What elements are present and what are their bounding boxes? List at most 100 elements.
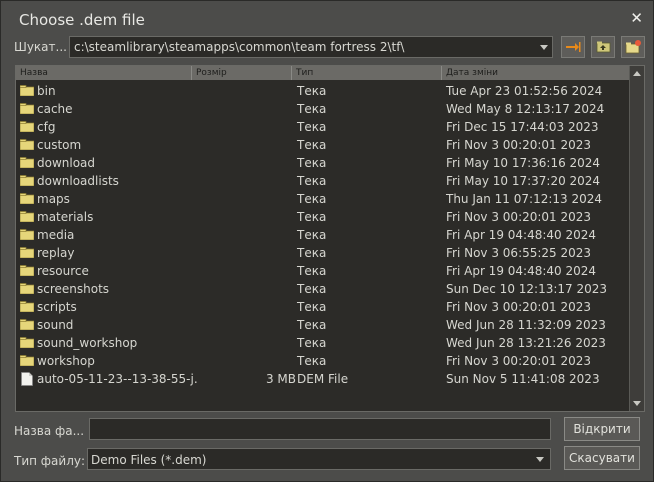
file-type: Тека xyxy=(297,174,327,188)
filename-label: Назва фа... xyxy=(14,424,85,438)
file-type: Тека xyxy=(297,246,327,260)
list-item[interactable]: workshop Тека Fri Nov 3 00:20:01 2023 xyxy=(16,352,630,370)
list-item[interactable]: auto-05-11-23--13-38-55-j. 3 MB DEM File Su… xyxy=(16,370,630,388)
file-name: auto-05-11-23--13-38-55-j. xyxy=(37,372,198,386)
list-item[interactable]: custom Тека Fri Nov 3 00:20:01 2023 xyxy=(16,136,630,154)
file-name: workshop xyxy=(37,354,95,368)
file-dialog: Choose .dem file ✕ Шукат... c:\steamlibr… xyxy=(0,0,654,482)
list-item[interactable]: sound Тека Wed Jun 28 11:32:09 2023 xyxy=(16,316,630,334)
folder-icon xyxy=(20,121,34,132)
filetype-label: Тип файлу: xyxy=(14,454,86,468)
file-list[interactable]: Назва Розмір Тип Дата зміни bin Тека Tue A… xyxy=(15,65,645,412)
list-item[interactable]: media Тека Fri Apr 19 04:48:40 2024 xyxy=(16,226,630,244)
file-name: cache xyxy=(37,102,73,116)
column-header-size[interactable]: Розмір xyxy=(192,66,292,80)
file-date: Fri Apr 19 04:48:40 2024 xyxy=(446,228,597,242)
filename-input[interactable] xyxy=(89,418,551,440)
file-type: Тека xyxy=(297,264,327,278)
folder-icon xyxy=(20,319,34,330)
file-date: Fri Nov 3 06:55:25 2023 xyxy=(446,246,592,260)
file-date: Wed Jun 28 13:21:26 2023 xyxy=(446,336,606,350)
file-date: Sun Nov 5 11:41:08 2023 xyxy=(446,372,600,386)
file-name: replay xyxy=(37,246,75,260)
list-item[interactable]: screenshots Тека Sun Dec 10 12:13:17 2023 xyxy=(16,280,630,298)
folder-icon xyxy=(20,211,34,222)
file-type: Тека xyxy=(297,318,327,332)
close-icon[interactable]: ✕ xyxy=(630,10,643,26)
file-date: Sun Dec 10 12:13:17 2023 xyxy=(446,282,608,296)
list-item[interactable]: replay Тека Fri Nov 3 06:55:25 2023 xyxy=(16,244,630,262)
folder-icon xyxy=(20,139,34,150)
file-type: Тека xyxy=(297,228,327,242)
list-item[interactable]: maps Тека Thu Jan 11 07:12:13 2024 xyxy=(16,190,630,208)
file-type: Тека xyxy=(297,210,327,224)
list-item[interactable]: cfg Тека Fri Dec 15 17:44:03 2023 xyxy=(16,118,630,136)
column-header-type[interactable]: Тип xyxy=(292,66,442,80)
file-name: screenshots xyxy=(37,282,110,296)
file-date: Thu Jan 11 07:12:13 2024 xyxy=(446,192,602,206)
file-type: DEM File xyxy=(297,372,349,386)
parent-folder-button[interactable] xyxy=(591,36,615,58)
file-date: Fri Apr 19 04:48:40 2024 xyxy=(446,264,597,278)
list-item[interactable]: download Тека Fri May 10 17:36:16 2024 xyxy=(16,154,630,172)
file-name: custom xyxy=(37,138,82,152)
file-type: Тека xyxy=(297,300,327,314)
file-date: Wed Jun 28 11:32:09 2023 xyxy=(446,318,606,332)
list-item[interactable]: cache Тека Wed May 8 12:13:17 2024 xyxy=(16,100,630,118)
scroll-down-icon[interactable] xyxy=(633,401,641,406)
folder-icon xyxy=(20,103,34,114)
file-date: Fri May 10 17:37:20 2024 xyxy=(446,174,601,188)
new-folder-button[interactable] xyxy=(621,36,645,58)
folder-up-icon xyxy=(596,41,611,53)
file-name: sound_workshop xyxy=(37,336,138,350)
file-date: Fri May 10 17:36:16 2024 xyxy=(446,156,601,170)
arrow-right-icon xyxy=(566,42,581,52)
list-item[interactable]: materials Тека Fri Nov 3 00:20:01 2023 xyxy=(16,208,630,226)
file-name: downloadlists xyxy=(37,174,119,188)
file-type: Тека xyxy=(297,102,327,116)
vertical-scrollbar[interactable] xyxy=(629,66,644,411)
file-type: Тека xyxy=(297,120,327,134)
list-item[interactable]: resource Тека Fri Apr 19 04:48:40 2024 xyxy=(16,262,630,280)
file-name: download xyxy=(37,156,96,170)
folder-icon xyxy=(20,229,34,240)
lookin-path-combobox[interactable]: c:\steamlibrary\steamapps\common\team fo… xyxy=(69,36,553,58)
file-date: Fri Nov 3 00:20:01 2023 xyxy=(446,300,592,314)
file-date: Fri Dec 15 17:44:03 2023 xyxy=(446,120,599,134)
folder-icon xyxy=(20,355,34,366)
list-header: Назва Розмір Тип Дата зміни xyxy=(16,66,630,80)
list-item[interactable]: scripts Тека Fri Nov 3 00:20:01 2023 xyxy=(16,298,630,316)
cancel-button[interactable]: Скасувати xyxy=(564,446,640,470)
file-name: resource xyxy=(37,264,89,278)
filetype-combobox[interactable]: Demo Files (*.dem) xyxy=(87,448,551,470)
open-button[interactable]: Відкрити xyxy=(564,417,640,441)
file-date: Tue Apr 23 01:52:56 2024 xyxy=(446,84,603,98)
list-item[interactable]: bin Тека Tue Apr 23 01:52:56 2024 xyxy=(16,82,630,100)
chevron-down-icon[interactable] xyxy=(536,457,544,462)
file-name: cfg xyxy=(37,120,56,134)
column-header-name[interactable]: Назва xyxy=(16,66,192,80)
file-date: Wed May 8 12:13:17 2024 xyxy=(446,102,605,116)
file-type: Тека xyxy=(297,192,327,206)
list-item[interactable]: downloadlists Тека Fri May 10 17:37:20 202… xyxy=(16,172,630,190)
file-type: Тека xyxy=(297,156,327,170)
file-name: media xyxy=(37,228,75,242)
file-name: materials xyxy=(37,210,94,224)
scroll-up-icon[interactable] xyxy=(633,71,641,76)
folder-icon xyxy=(20,193,34,204)
file-type: Тека xyxy=(297,282,327,296)
title-bar: Choose .dem file ✕ xyxy=(1,1,653,35)
chevron-down-icon[interactable] xyxy=(540,45,548,50)
new-folder-icon xyxy=(625,40,641,54)
file-name: maps xyxy=(37,192,70,206)
file-type: Тека xyxy=(297,354,327,368)
file-date: Fri Nov 3 00:20:01 2023 xyxy=(446,354,592,368)
folder-icon xyxy=(20,337,34,348)
column-header-date[interactable]: Дата зміни xyxy=(442,66,630,80)
go-up-button[interactable] xyxy=(561,36,585,58)
lookin-path-text: c:\steamlibrary\steamapps\common\team fo… xyxy=(74,40,405,54)
file-name: sound xyxy=(37,318,74,332)
file-name: bin xyxy=(37,84,56,98)
file-date: Fri Nov 3 00:20:01 2023 xyxy=(446,210,592,224)
list-item[interactable]: sound_workshop Тека Wed Jun 28 13:21:26 20… xyxy=(16,334,630,352)
